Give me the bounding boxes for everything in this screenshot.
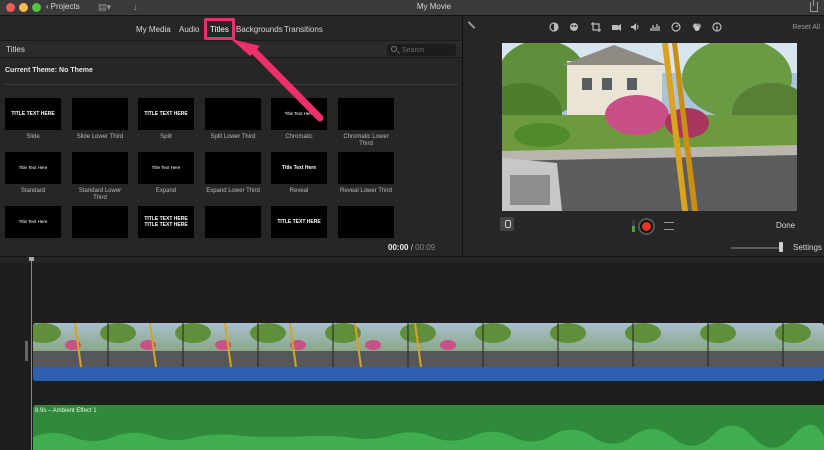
title-item-reveal-lower-third[interactable]: Reveal Lower Third <box>338 152 394 195</box>
title-thumbnail <box>338 152 394 184</box>
title-item[interactable] <box>205 206 261 238</box>
voiceover-options-icon[interactable] <box>664 222 674 230</box>
tab-my-media[interactable]: My Media <box>136 25 171 34</box>
tab-backgrounds[interactable]: Backgrounds <box>236 25 283 34</box>
current-theme-label: Current Theme: No Theme <box>5 67 93 74</box>
callout-arrow <box>231 39 324 122</box>
video-preview <box>502 43 797 211</box>
title-thumbnail: TITLE TEXT HERE <box>138 98 194 130</box>
total-duration: 00:09 <box>415 243 436 252</box>
title-item[interactable] <box>338 206 394 238</box>
time-separator: / <box>410 243 413 252</box>
search-icon <box>391 46 397 52</box>
record-voiceover-button[interactable] <box>638 218 655 235</box>
title-item-expand-lower-third[interactable]: Expand Lower Third <box>205 152 261 195</box>
title-caption: Expand <box>155 188 177 194</box>
audio-clip-label: 8.9s – Ambient Effect 1 <box>35 408 97 414</box>
speed-icon[interactable] <box>671 22 681 32</box>
title-thumbnail <box>205 152 261 184</box>
zoom-slider-knob[interactable] <box>779 242 783 252</box>
stabilization-icon[interactable] <box>611 22 621 32</box>
title-thumbnail: TITLE TEXT HERE <box>5 98 61 130</box>
window-title: My Movie <box>416 2 452 11</box>
done-button[interactable]: Done <box>776 221 795 230</box>
video-clip[interactable] <box>33 323 824 381</box>
audio-waveform <box>33 424 824 450</box>
title-caption: Slide <box>26 134 40 140</box>
title-caption: Chromatic Lower Third <box>343 134 389 147</box>
title-thumbnail <box>72 98 128 130</box>
title-bar: ‹ Projects ▤▾ ↓ My Movie <box>0 0 824 16</box>
clip-audio-waveform <box>33 367 824 381</box>
voiceover-mic-button[interactable] <box>500 217 514 231</box>
title-item-chromatic-lower-third[interactable]: Chromatic Lower Third <box>338 98 394 148</box>
panel-title: Titles <box>6 45 25 54</box>
title-item-standard-lower-third[interactable]: Standard Lower Third <box>72 152 128 202</box>
title-caption: Chromatic <box>285 134 313 140</box>
title-item-slide[interactable]: TITLE TEXT HERE Slide <box>5 98 61 141</box>
title-item-standard[interactable]: Title Text Here Standard <box>5 152 61 195</box>
noise-reduction-icon[interactable] <box>650 22 660 32</box>
title-caption: Expand Lower Third <box>206 188 260 194</box>
media-browser: My Media Audio Titles Backgrounds Transi… <box>0 16 462 256</box>
audio-level-meter <box>632 220 635 232</box>
color-correction-icon[interactable] <box>569 22 579 32</box>
audio-clip[interactable]: 8.9s – Ambient Effect 1 <box>33 405 824 450</box>
search-input[interactable] <box>402 45 452 55</box>
viewer: Reset All Done Settings <box>463 16 824 256</box>
title-item[interactable]: Title Text Here <box>5 206 61 238</box>
playhead-timecode: 00:00 / 00:09 <box>388 243 435 252</box>
title-item-split[interactable]: TITLE TEXT HERE Split <box>138 98 194 141</box>
title-item[interactable]: TITLE TEXT HERE TITLE TEXT HERE <box>138 206 194 238</box>
tab-audio[interactable]: Audio <box>179 25 199 34</box>
title-item-reveal[interactable]: Title Text Here Reveal <box>271 152 327 195</box>
title-item-slide-lower-third[interactable]: Slide Lower Third <box>72 98 128 141</box>
clip-filmstrip <box>33 323 824 368</box>
title-thumbnail: Title Text Here <box>5 206 61 238</box>
playhead[interactable] <box>29 257 34 450</box>
clip-trim-handle[interactable] <box>25 341 28 361</box>
title-item[interactable] <box>72 206 128 238</box>
search-box[interactable] <box>387 44 456 56</box>
title-thumbnail <box>205 206 261 238</box>
title-thumbnail <box>338 98 394 130</box>
reset-all-button[interactable]: Reset All <box>792 24 820 31</box>
title-item-expand[interactable]: Title Text Here Expand <box>138 152 194 195</box>
tab-transitions[interactable]: Transitions <box>284 25 323 34</box>
color-balance-icon[interactable] <box>549 22 559 32</box>
title-caption: Reveal Lower Third <box>340 188 392 194</box>
crop-icon[interactable] <box>591 22 601 32</box>
current-time: 00:00 <box>388 243 409 252</box>
arrow-shaft <box>249 46 324 122</box>
timeline-ruler <box>0 257 824 263</box>
title-caption: Standard <box>20 188 46 194</box>
volume-icon[interactable] <box>630 22 640 32</box>
title-caption: Split Lower Third <box>210 134 256 140</box>
clip-filter-icon[interactable] <box>692 22 702 32</box>
title-thumbnail <box>72 206 128 238</box>
title-item[interactable]: TITLE TEXT HERE <box>271 206 327 238</box>
enhance-wand-icon[interactable] <box>467 21 476 29</box>
title-thumbnail: TITLE TEXT HERE <box>271 206 327 238</box>
settings-button[interactable]: Settings <box>793 243 822 252</box>
info-icon[interactable] <box>712 22 722 32</box>
share-icon[interactable] <box>810 0 818 12</box>
title-thumbnail: Title Text Here <box>271 152 327 184</box>
title-caption: Slide Lower Third <box>76 134 124 140</box>
title-thumbnail: Title Text Here <box>138 152 194 184</box>
title-thumbnail <box>72 152 128 184</box>
title-thumbnail: Title Text Here <box>5 152 61 184</box>
title-thumbnail: TITLE TEXT HERE TITLE TEXT HERE <box>138 206 194 238</box>
video-frame-image <box>502 43 797 211</box>
title-caption: Reveal <box>289 188 309 194</box>
title-caption: Split <box>160 134 172 140</box>
title-caption: Standard Lower Third <box>78 188 122 201</box>
timeline[interactable]: 8.9s – Ambient Effect 1 <box>0 256 824 450</box>
title-thumbnail <box>338 206 394 238</box>
timeline-zoom-slider[interactable] <box>731 247 783 249</box>
